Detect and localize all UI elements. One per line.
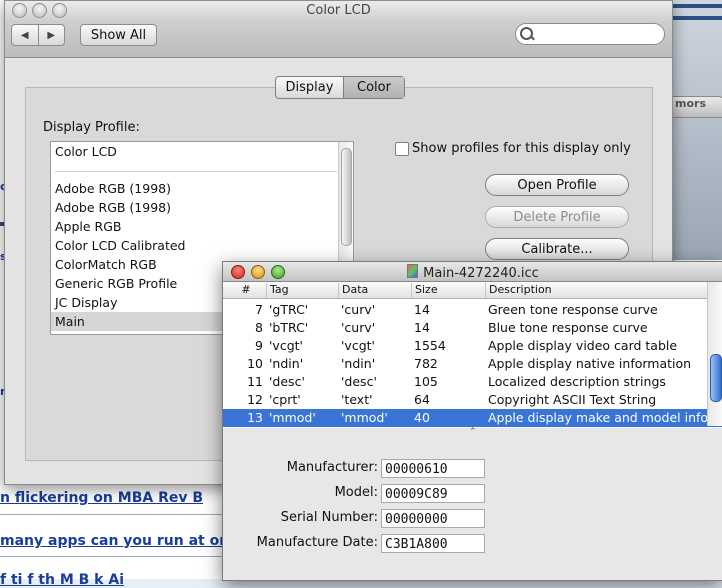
cell-number: 8 [255,320,263,335]
table-scrollbar[interactable] [707,282,722,426]
cell-number: 9 [255,338,263,353]
cell-number: 13 [247,410,263,425]
col-header-data[interactable]: Data [339,283,412,298]
background-link-apps[interactable]: many apps can you run at once? [0,533,255,549]
display-color-tabs: Display Color [275,76,405,99]
cell-data: 'curv' [341,320,376,335]
profile-item[interactable]: Apple RGB [51,217,353,236]
cell-tag: 'mmod' [269,410,316,425]
icc-titlebar: Main-4272240.icc [223,262,722,282]
profile-item[interactable]: Color LCD Calibrated [51,236,353,255]
detail-field-value[interactable]: 00000000 [381,509,485,528]
cell-size: 1554 [414,338,446,353]
cell-size: 64 [414,392,430,407]
cell-tag: 'ndin' [269,356,304,371]
col-header-description[interactable]: Description [486,283,708,298]
cell-size: 105 [414,374,438,389]
cell-description: Apple display native information [488,356,692,371]
cell-data: 'desc' [341,374,377,389]
detail-field-label: Manufacturer: [286,460,378,475]
cell-tag: 'cprt' [269,392,301,407]
back-forward-control: ◀ ▶ [11,24,65,46]
cell-description: Green tone response curve [488,302,658,317]
background-rule [0,556,222,557]
detail-field-value[interactable]: 00009C89 [381,484,485,503]
show-profiles-checkbox-label[interactable]: Show profiles for this display only [412,141,631,156]
back-arrow-icon[interactable]: ◀ [12,25,38,45]
tab-display[interactable]: Display [276,77,344,98]
splitter-handle[interactable]: ⌃ [469,427,477,437]
cell-tag: 'bTRC' [269,320,309,335]
cell-size: 14 [414,320,430,335]
cell-description: Copyright ASCII Text String [488,392,657,407]
color-lcd-titlebar: Color LCD [5,1,672,21]
calibrate-button[interactable]: Calibrate... [485,238,629,260]
cell-data: 'text' [341,392,373,407]
cell-data: 'vcgt' [341,338,375,353]
cell-number: 7 [255,302,263,317]
cell-size: 40 [414,410,430,425]
cell-data: 'mmod' [341,410,388,425]
icc-profile-window: Main-4272240.icc # Tag Data Size Descrip… [222,261,722,581]
cell-number: 12 [247,392,263,407]
icc-window-title: Main-4272240.icc [223,264,722,281]
table-row[interactable]: 12 'cprt' 'text' 64 Copyright ASCII Text Str… [223,391,722,409]
cell-size: 782 [414,356,438,371]
detail-field-label: Serial Number: [280,510,378,525]
cell-description: Apple display video card table [488,338,678,353]
table-row[interactable]: 9 'vcgt' 'vcgt' 1554 Apple display video car… [223,337,722,355]
cell-data: 'ndin' [341,356,376,371]
col-header-number[interactable]: # [223,283,267,298]
show-profiles-checkbox[interactable] [395,142,409,156]
profile-item[interactable]: Adobe RGB (1998) [51,198,353,217]
table-header: # Tag Data Size Description [223,282,722,299]
col-header-tag[interactable]: Tag [267,283,339,298]
col-header-size[interactable]: Size [412,283,486,298]
profile-list-scroll-thumb[interactable] [341,148,352,246]
cell-size: 14 [414,302,430,317]
search-field[interactable] [515,23,665,45]
table-row[interactable]: 7 'gTRC' 'curv' 14 Green tone response curve [223,301,722,319]
icc-window-title-text: Main-4272240.icc [423,266,539,281]
table-row[interactable]: 10 'ndin' 'ndin' 782 Apple display native in… [223,355,722,373]
detail-field-label: Model: [334,485,378,500]
display-profile-label: Display Profile: [43,120,140,135]
cell-description: Blue tone response curve [488,320,648,335]
detail-field-value[interactable]: 00000610 [381,459,485,478]
cell-description: Apple display make and model inform [488,410,708,425]
detail-field-label: Manufacture Date: [256,535,378,550]
cell-tag: 'gTRC' [269,302,309,317]
table-body: 7 'gTRC' 'curv' 14 Green tone response curve… [223,301,722,427]
detail-field-value[interactable]: C3B1A800 [381,534,485,553]
cell-data: 'curv' [341,302,376,317]
background-rule [0,514,222,515]
background-link-cutoff[interactable]: f ti f th M B k Ai [0,572,124,588]
table-row[interactable]: 11 'desc' 'desc' 105 Localized description s… [223,373,722,391]
tab-color[interactable]: Color [344,77,404,98]
table-row[interactable]: 13 'mmod' 'mmod' 40 Apple display make and m… [223,409,722,427]
background-toolbar-strip [665,0,722,260]
cell-tag: 'desc' [269,374,305,389]
cell-tag: 'vcgt' [269,338,303,353]
profile-list-separator [51,161,353,179]
background-link-mba-flicker[interactable]: n flickering on MBA Rev B [0,490,203,506]
delete-profile-button[interactable]: Delete Profile [485,206,629,228]
cell-description: Localized description strings [488,374,666,389]
window-title: Color LCD [306,3,371,18]
profile-item-color-lcd[interactable]: Color LCD [51,142,353,161]
table-row[interactable]: 8 'bTRC' 'curv' 14 Blue tone response curve [223,319,722,337]
search-icon [520,27,533,40]
cell-number: 11 [247,374,263,389]
icc-tag-table[interactable]: # Tag Data Size Description 7 'gTRC' 'curv… [223,282,722,428]
open-profile-button[interactable]: Open Profile [485,174,629,196]
forward-arrow-icon[interactable]: ▶ [37,25,65,45]
show-all-button[interactable]: Show All [80,24,157,46]
cell-number: 10 [247,356,263,371]
table-scroll-thumb[interactable] [710,354,722,402]
profile-item[interactable]: Adobe RGB (1998) [51,179,353,198]
pref-toolbar: ◀ ▶ Show All [5,21,672,58]
document-icon [407,264,419,278]
